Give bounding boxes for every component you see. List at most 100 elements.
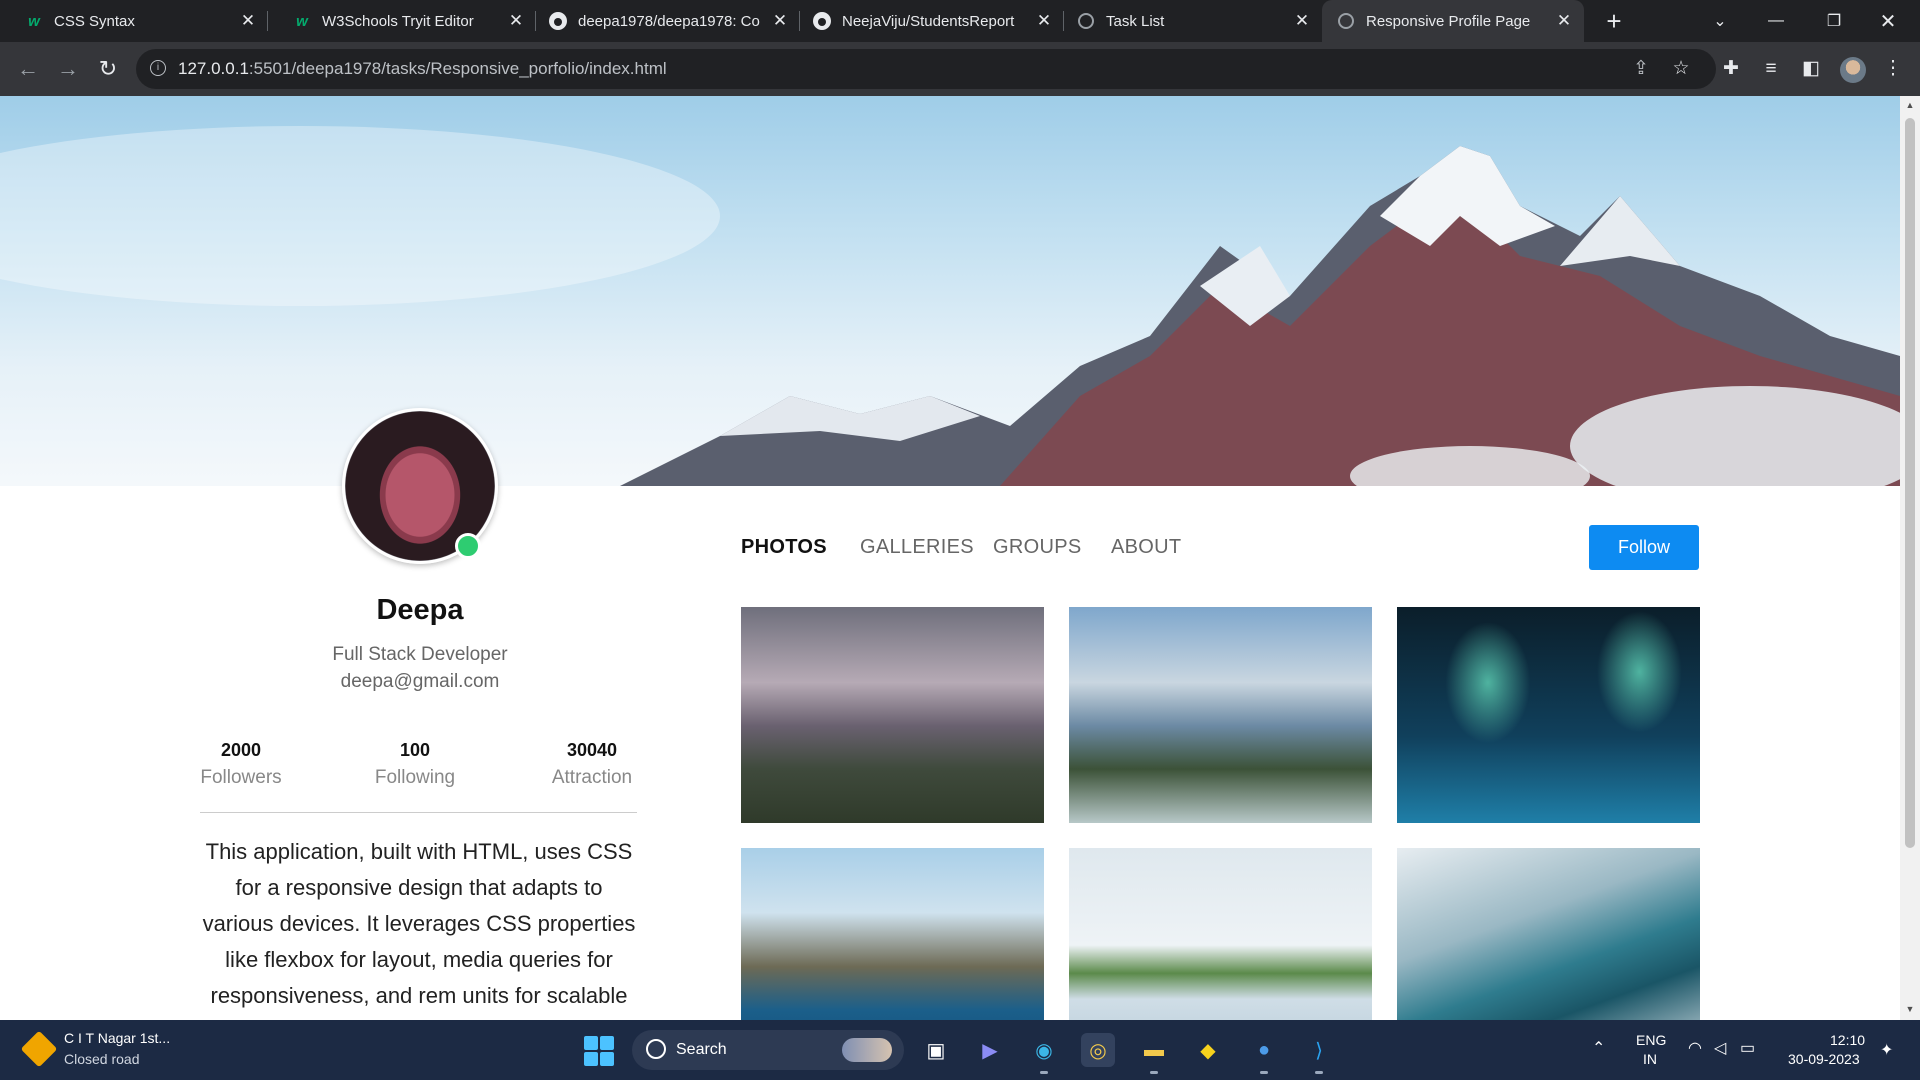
close-tab-icon[interactable]: ✕ (1290, 11, 1314, 31)
url-text: 127.0.0.1:5501/deepa1978/tasks/Responsiv… (178, 59, 667, 79)
extensions-icon[interactable]: ✚ (1718, 56, 1744, 82)
task-view-icon[interactable]: ▣ (919, 1033, 953, 1067)
messenger-icon[interactable]: ● (1247, 1033, 1281, 1074)
close-tab-icon[interactable]: ✕ (1032, 11, 1056, 31)
language-bottom[interactable]: IN (1643, 1051, 1657, 1067)
tab-photos[interactable]: PHOTOS (741, 536, 827, 559)
bookmark-star-icon[interactable]: ☆ (1668, 56, 1694, 82)
browser-tab-title: CSS Syntax (54, 12, 135, 30)
tab-groups[interactable]: GROUPS (993, 536, 1081, 559)
close-window-icon[interactable]: ✕ (1864, 0, 1912, 42)
profile-avatar[interactable] (1840, 57, 1866, 83)
windows-start-icon[interactable] (584, 1036, 614, 1066)
w3schools-icon: w (296, 12, 308, 30)
gallery-photo-glacier-fjord[interactable] (1069, 607, 1372, 823)
cover-image (0, 96, 1900, 486)
tab-about[interactable]: ABOUT (1111, 536, 1181, 559)
browser-toolbar: ← → ↻ i 127.0.0.1:5501/deepa1978/tasks/R… (0, 42, 1920, 96)
profile-email: deepa@gmail.com (340, 671, 500, 692)
github-icon (812, 11, 832, 31)
notifications-icon[interactable]: ✦ (1880, 1040, 1893, 1060)
minimize-icon[interactable]: — (1752, 0, 1800, 42)
language-top[interactable]: ENG (1636, 1032, 1666, 1048)
gallery-photo-coastline[interactable] (741, 848, 1044, 1020)
stats-divider (200, 812, 637, 813)
stat-label: Following (374, 767, 456, 788)
page-scrollbar[interactable]: ▲ ▼ (1900, 96, 1920, 1020)
close-tab-icon[interactable]: ✕ (768, 11, 792, 31)
show-hidden-icons-icon[interactable]: ⌃ (1592, 1038, 1605, 1058)
stat-following: 100 Following (345, 740, 485, 789)
browser-tab-title: deepa1978/deepa1978: Co (578, 12, 760, 30)
close-tab-icon[interactable]: ✕ (504, 11, 528, 31)
browser-tab-title: Task List (1106, 12, 1165, 30)
page-viewport: Deepa Full Stack Developer deepa@gmail.c… (0, 96, 1900, 1020)
windows-taskbar: C I T Nagar 1st... Closed road Search ▣ … (0, 1020, 1920, 1080)
browser-tab-title: NeejaViju/StudentsReport (842, 12, 1015, 30)
volume-icon[interactable]: ◁ (1714, 1038, 1726, 1058)
stat-followers: 2000 Followers (171, 740, 311, 789)
url-path: :5501/deepa1978/tasks/Responsive_porfoli… (248, 59, 667, 78)
weather-subtitle[interactable]: Closed road (64, 1051, 140, 1067)
browser-tab-title: Responsive Profile Page (1366, 12, 1531, 30)
globe-icon (1076, 11, 1096, 31)
search-label: Search (676, 1041, 727, 1058)
about-line: for a responsive design that adapts to (235, 875, 603, 900)
back-icon[interactable]: ← (14, 55, 42, 83)
reading-list-icon[interactable]: ≡ (1758, 56, 1784, 82)
stat-value: 2000 (220, 740, 262, 760)
gallery-photo-aurora-canyon[interactable] (1397, 607, 1700, 823)
battery-icon[interactable]: ▭ (1740, 1038, 1755, 1058)
browser-tab[interactable]: deepa1978/deepa1978: Co ✕ (536, 0, 800, 42)
address-bar[interactable]: i 127.0.0.1:5501/deepa1978/tasks/Respons… (136, 49, 1716, 89)
close-tab-icon[interactable]: ✕ (236, 11, 260, 31)
edge-icon[interactable]: ◉ (1027, 1033, 1061, 1074)
chrome-menu-icon[interactable]: ⋮ (1880, 56, 1906, 82)
scroll-up-icon[interactable]: ▲ (1900, 100, 1920, 110)
reload-icon[interactable]: ↻ (94, 55, 122, 83)
side-panel-icon[interactable]: ◧ (1798, 56, 1824, 82)
forward-icon[interactable]: → (54, 55, 82, 83)
follow-button[interactable]: Follow (1589, 525, 1699, 570)
vscode-icon[interactable]: ⟩ (1302, 1033, 1336, 1074)
weather-title[interactable]: C I T Nagar 1st... (64, 1030, 170, 1046)
stat-value: 100 (399, 740, 431, 760)
about-line: like flexbox for layout, media queries f… (225, 947, 613, 972)
gallery-photo-mountain-sunset[interactable] (741, 607, 1044, 823)
browser-tab[interactable]: w W3Schools Tryit Editor ✕ (268, 0, 536, 42)
tab-galleries[interactable]: GALLERIES (860, 536, 974, 559)
clock-time[interactable]: 12:10 (1830, 1032, 1865, 1048)
sticky-notes-icon[interactable]: ◆ (1191, 1033, 1225, 1067)
url-host: 127.0.0.1 (178, 59, 249, 78)
stat-value: 30040 (566, 740, 618, 760)
clock-date[interactable]: 30-09-2023 (1788, 1051, 1860, 1067)
taskbar-search[interactable]: Search (632, 1030, 904, 1070)
search-icon (646, 1039, 666, 1059)
restore-icon[interactable]: ❐ (1810, 0, 1858, 42)
road-alert-icon[interactable] (20, 1030, 58, 1068)
new-tab-button[interactable]: + (1599, 6, 1629, 36)
browser-tab-title: W3Schools Tryit Editor (322, 12, 474, 30)
chrome-icon[interactable]: ◎ (1081, 1033, 1115, 1067)
about-line: This application, built with HTML, uses … (205, 839, 633, 864)
stat-label: Followers (200, 767, 282, 788)
browser-tab[interactable]: Task List ✕ (1064, 0, 1322, 42)
about-line: responsiveness, and rem units for scalab… (210, 983, 628, 1008)
gallery-photo-beach[interactable] (1069, 848, 1372, 1020)
gallery-photo-wave[interactable] (1397, 848, 1700, 1020)
browser-tab[interactable]: NeejaViju/StudentsReport ✕ (800, 0, 1064, 42)
wifi-icon[interactable]: ◠ (1688, 1038, 1702, 1058)
share-icon[interactable]: ⇪ (1628, 56, 1654, 82)
close-tab-icon[interactable]: ✕ (1552, 11, 1576, 31)
browser-tab[interactable]: w CSS Syntax ✕ (0, 0, 268, 42)
profile-role: Full Stack Developer (332, 644, 508, 665)
file-explorer-icon[interactable]: ▬ (1137, 1033, 1171, 1074)
stat-label: Attraction (551, 767, 633, 788)
scrollbar-thumb[interactable] (1905, 118, 1915, 848)
scroll-down-icon[interactable]: ▼ (1900, 1004, 1920, 1014)
about-line: various devices. It leverages CSS proper… (202, 911, 636, 936)
tab-search-icon[interactable]: ⌄ (1696, 0, 1744, 42)
browser-tab-active[interactable]: Responsive Profile Page ✕ (1322, 0, 1584, 42)
teams-chat-icon[interactable]: ▶ (973, 1033, 1007, 1067)
site-info-icon[interactable]: i (150, 60, 166, 76)
